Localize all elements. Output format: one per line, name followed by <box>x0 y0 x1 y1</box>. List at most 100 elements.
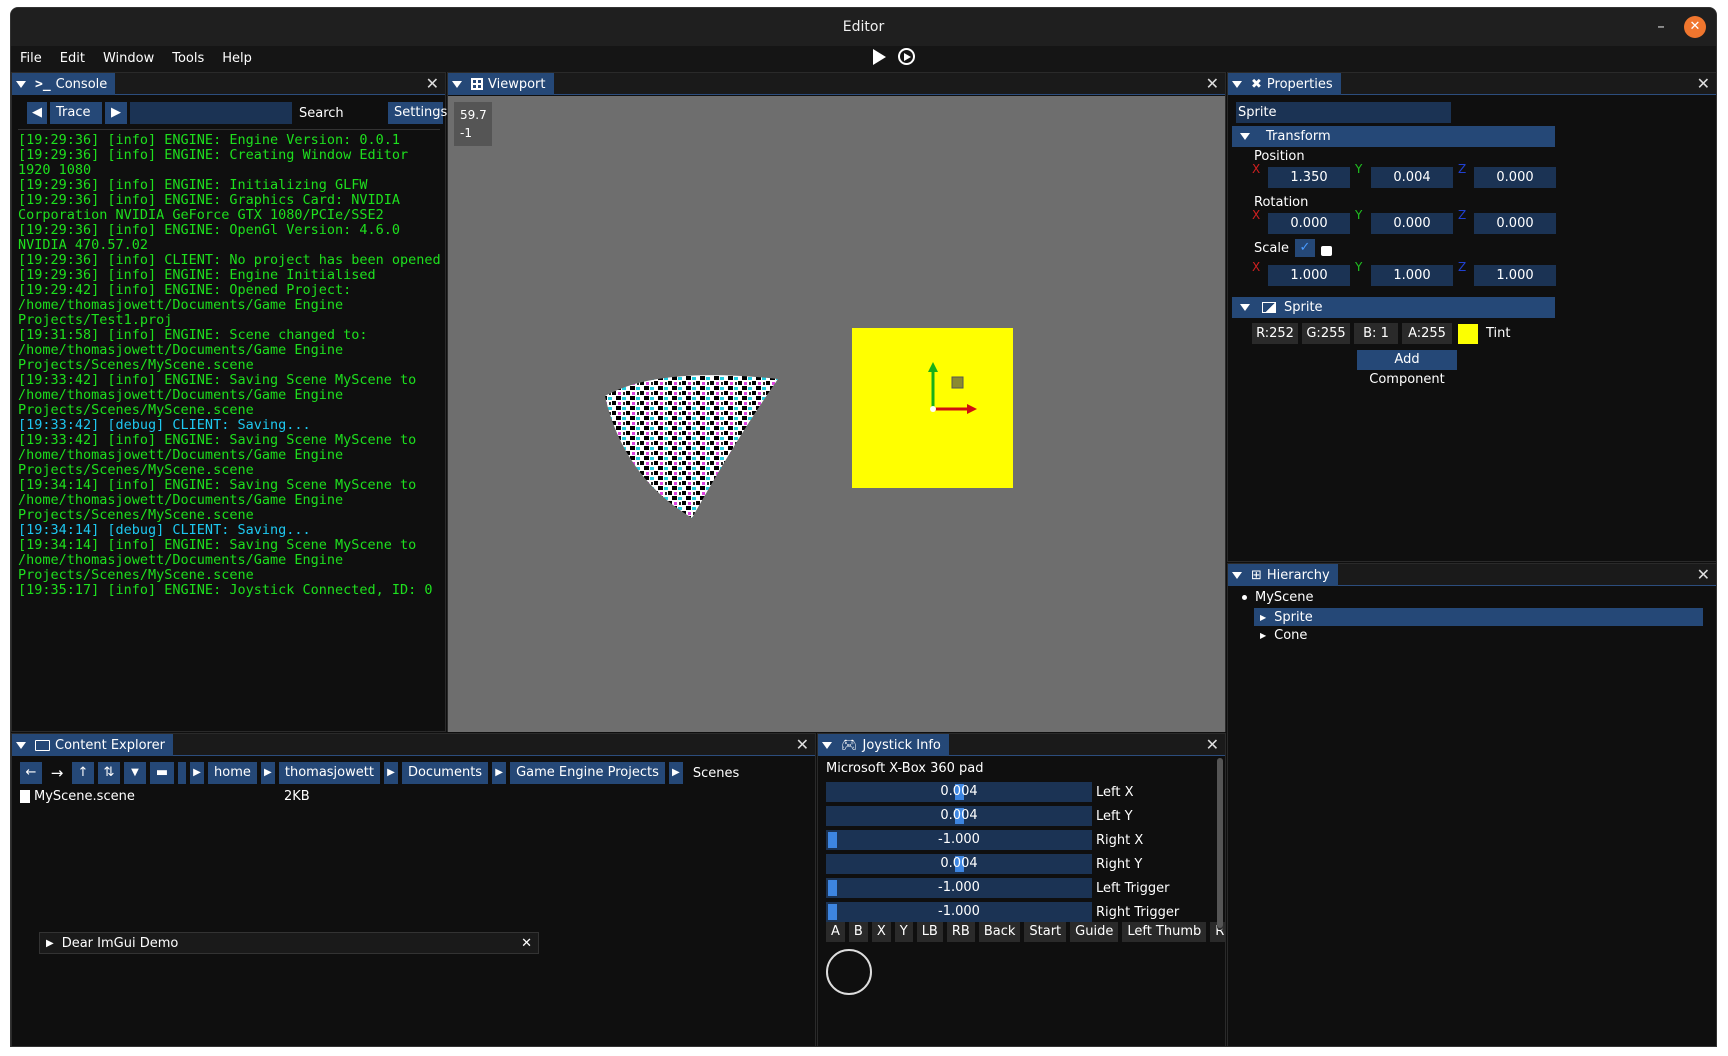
crumb-projects[interactable]: Game Engine Projects <box>510 762 665 784</box>
close-icon[interactable]: ✕ <box>796 734 809 756</box>
back-arrow-icon[interactable]: ← <box>20 762 42 784</box>
close-window-button[interactable]: ✕ <box>1684 16 1706 38</box>
gizmo-center[interactable] <box>930 406 936 412</box>
tint-b-input[interactable]: B: 1 <box>1354 323 1398 344</box>
level-prev-button[interactable]: ◀ <box>27 102 47 124</box>
tint-a-input[interactable]: A:255 <box>1402 323 1452 344</box>
demo-window-collapsed[interactable]: ▶ Dear ImGui Demo ✕ <box>39 932 539 954</box>
tab-hierarchy[interactable]: ⊞ Hierarchy <box>1228 564 1338 586</box>
collapse-icon[interactable] <box>16 741 26 749</box>
uniform-scale-checkbox[interactable]: ✓ <box>1294 239 1315 257</box>
crumb-documents[interactable]: Documents <box>401 762 489 784</box>
collapse-icon[interactable] <box>1232 80 1242 88</box>
tree-item-sprite[interactable]: ▶ Sprite <box>1254 608 1703 626</box>
close-icon[interactable]: ✕ <box>1206 734 1219 756</box>
close-icon[interactable]: ✕ <box>1206 73 1219 95</box>
collapse-icon[interactable] <box>452 80 462 88</box>
gamepad-button[interactable]: Guide <box>1070 922 1119 942</box>
add-component-button[interactable]: Add Component <box>1357 350 1457 387</box>
sort-icon[interactable]: ⇅ <box>98 762 120 784</box>
search-input[interactable] <box>130 102 292 124</box>
dropdown-icon[interactable]: ▼ <box>124 762 146 784</box>
gamepad-button[interactable]: A <box>826 922 845 942</box>
settings-button[interactable]: Settings <box>388 102 447 124</box>
lock-icon[interactable] <box>1320 246 1332 256</box>
position-x-input[interactable]: 1.350 <box>1268 167 1350 188</box>
scale-z-input[interactable]: 1.000 <box>1474 265 1556 286</box>
close-icon[interactable]: ✕ <box>521 936 532 951</box>
gamepad-button[interactable]: Left Thumb <box>1122 922 1207 942</box>
menu-window[interactable]: Window <box>94 46 163 72</box>
log-line: [19:29:36] [info] ENGINE: Graphics Card:… <box>18 192 401 223</box>
axis-row: 0.004 Left X <box>826 780 1179 804</box>
viewport-canvas[interactable]: 59.7 -1 <box>448 96 1225 732</box>
tab-joystick[interactable]: 🎮︎ Joystick Info <box>818 734 949 756</box>
tint-r-input[interactable]: R:252 <box>1252 323 1298 344</box>
gamepad-button[interactable]: X <box>871 922 891 942</box>
gamepad-button[interactable]: Y <box>894 922 913 942</box>
rotation-z-input[interactable]: 0.000 <box>1474 213 1556 234</box>
close-icon[interactable]: ✕ <box>1697 564 1710 586</box>
expand-arrow-icon: ▶ <box>1260 630 1267 640</box>
gamepad-button[interactable]: Start <box>1024 922 1067 942</box>
menu-edit[interactable]: Edit <box>51 46 94 72</box>
tab-properties[interactable]: ✖ Properties <box>1228 73 1341 95</box>
minimize-button[interactable]: – <box>1650 16 1672 38</box>
gamepad-button[interactable]: RB <box>946 922 975 942</box>
axis-slider[interactable]: -1.000 <box>826 878 1092 898</box>
tab-viewport[interactable]: Viewport <box>448 73 554 95</box>
position-y-input[interactable]: 0.004 <box>1371 167 1453 188</box>
axis-row: -1.000 Left Trigger <box>826 876 1179 900</box>
properties-title: Properties <box>1266 76 1333 92</box>
axis-slider[interactable]: 0.004 <box>826 854 1092 874</box>
up-arrow-icon[interactable]: ↑ <box>72 762 94 784</box>
axis-value: -1.000 <box>938 880 980 895</box>
cone-object[interactable] <box>605 375 778 518</box>
crumb-root[interactable] <box>178 762 186 784</box>
axis-slider[interactable]: 0.004 <box>826 782 1092 802</box>
rotation-y-input[interactable]: 0.000 <box>1371 213 1453 234</box>
menu-tools[interactable]: Tools <box>163 46 213 72</box>
simulate-icon[interactable] <box>898 48 915 65</box>
scale-x-input[interactable]: 1.000 <box>1268 265 1350 286</box>
menu-help[interactable]: Help <box>213 46 261 72</box>
console-log: [19:29:36] [info] ENGINE: Engine Version… <box>18 133 443 598</box>
file-row[interactable]: MyScene.scene 2KB <box>20 789 310 804</box>
gamepad-button[interactable]: Back <box>978 922 1021 942</box>
close-icon[interactable]: ✕ <box>426 73 439 95</box>
gamepad-button[interactable]: LB <box>916 922 943 942</box>
forward-arrow-icon[interactable]: → <box>46 764 68 782</box>
close-icon[interactable]: ✕ <box>1697 73 1710 95</box>
scale-y-input[interactable]: 1.000 <box>1371 265 1453 286</box>
tab-content-explorer[interactable]: Content Explorer <box>12 734 173 756</box>
scrollbar[interactable] <box>1217 758 1223 930</box>
level-next-button[interactable]: ▶ <box>105 102 127 124</box>
crumb-user[interactable]: thomasjowett <box>278 762 380 784</box>
axis-slider[interactable]: 0.004 <box>826 806 1092 826</box>
play-icon[interactable] <box>873 48 886 65</box>
tint-g-input[interactable]: G:255 <box>1302 323 1350 344</box>
rotation-x-input[interactable]: 0.000 <box>1268 213 1350 234</box>
position-z-input[interactable]: 0.000 <box>1474 167 1556 188</box>
gizmo-plane-handle[interactable] <box>951 376 964 389</box>
level-value[interactable]: Trace <box>50 102 102 124</box>
tint-color-swatch[interactable] <box>1458 323 1478 344</box>
expand-arrow-icon[interactable]: ▶ <box>46 938 54 949</box>
axis-slider[interactable]: -1.000 <box>826 830 1092 850</box>
folder-button-icon[interactable]: ▬ <box>150 762 174 784</box>
crumb-scenes[interactable]: Scenes <box>687 766 745 781</box>
sprite-header[interactable]: Sprite <box>1232 297 1555 318</box>
tab-console[interactable]: >_ Console <box>12 73 116 95</box>
tree-root[interactable]: MyScene <box>1242 590 1314 605</box>
menu-file[interactable]: File <box>11 46 51 72</box>
collapse-icon[interactable] <box>16 80 26 88</box>
transform-header[interactable]: Transform <box>1232 126 1555 147</box>
position-axis-2-label: Z <box>1458 162 1467 176</box>
tree-item-cone[interactable]: ▶ Cone <box>1254 626 1307 644</box>
crumb-home[interactable]: home <box>208 762 257 784</box>
gamepad-button[interactable]: B <box>848 922 868 942</box>
collapse-icon[interactable] <box>1232 571 1242 579</box>
axis-slider[interactable]: -1.000 <box>826 902 1092 922</box>
entity-name-input[interactable]: Sprite <box>1236 102 1451 123</box>
collapse-icon[interactable] <box>822 741 832 749</box>
